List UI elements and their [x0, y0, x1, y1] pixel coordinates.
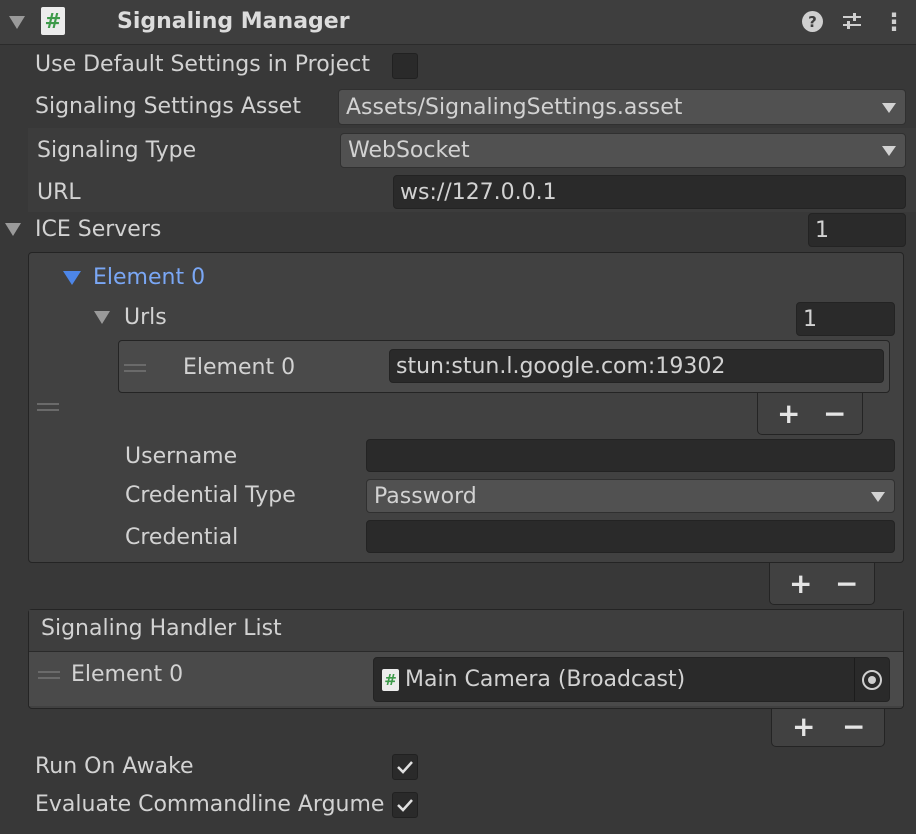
- url-item-field[interactable]: stun:stun.l.google.com:19302: [389, 349, 884, 383]
- url-item-value: stun:stun.l.google.com:19302: [396, 353, 726, 379]
- credential-type-dropdown[interactable]: Password: [366, 479, 895, 513]
- handler-item-label: Element 0: [71, 662, 184, 687]
- handler-object-value: Main Camera (Broadcast): [405, 667, 686, 692]
- urls-label: Urls: [124, 305, 167, 330]
- handler-list-label: Signaling Handler List: [41, 616, 282, 641]
- script-icon: #: [382, 668, 399, 691]
- evaluate-args-checkbox[interactable]: [392, 792, 418, 818]
- chevron-down-icon: [882, 103, 896, 113]
- use-default-settings-checkbox[interactable]: [392, 53, 418, 79]
- use-default-settings-label: Use Default Settings in Project: [35, 52, 371, 77]
- username-label: Username: [125, 444, 238, 469]
- urls-count: 1: [803, 306, 817, 332]
- url-label: URL: [37, 180, 81, 205]
- handler-object-field[interactable]: # Main Camera (Broadcast): [373, 657, 890, 702]
- component-title: Signaling Manager: [117, 9, 350, 34]
- more-options-icon[interactable]: ⋮: [882, 10, 906, 34]
- script-icon-glyph: #: [44, 9, 62, 33]
- sliders-icon[interactable]: [842, 10, 862, 32]
- checkmark-icon: [397, 761, 413, 774]
- url-value: ws://127.0.0.1: [400, 179, 557, 205]
- handler-item-drag-handle[interactable]: [38, 671, 60, 679]
- url-field[interactable]: ws://127.0.0.1: [393, 175, 906, 209]
- ice-servers-foldout-arrow[interactable]: [5, 223, 21, 236]
- chevron-down-icon: [871, 492, 885, 502]
- signaling-settings-asset-label: Signaling Settings Asset: [35, 94, 301, 119]
- signaling-type-value: WebSocket: [348, 138, 470, 163]
- credential-type-value: Password: [374, 483, 477, 509]
- handler-list-plus-minus: [771, 709, 885, 747]
- ice-servers-count-field[interactable]: 1: [808, 213, 906, 247]
- signaling-type-label: Signaling Type: [37, 138, 197, 163]
- credential-type-label: Credential Type: [125, 483, 296, 508]
- help-icon-glyph: ?: [808, 12, 817, 31]
- ice-servers-count: 1: [815, 217, 829, 243]
- handler-list-add-button[interactable]: +: [792, 713, 815, 741]
- url-item-label: Element 0: [183, 355, 296, 380]
- element-drag-handle[interactable]: [37, 403, 59, 411]
- help-icon[interactable]: ?: [802, 11, 823, 32]
- signaling-settings-asset-value: Assets/SignalingSettings.asset: [346, 94, 683, 120]
- urls-foldout-arrow[interactable]: [94, 311, 110, 324]
- run-on-awake-checkbox[interactable]: [392, 754, 418, 780]
- ice-servers-add-button[interactable]: +: [789, 570, 812, 598]
- signaling-type-dropdown[interactable]: WebSocket: [340, 133, 906, 168]
- handler-list-remove-button[interactable]: −: [842, 713, 865, 741]
- credential-field[interactable]: [366, 520, 895, 553]
- ice-servers-remove-button[interactable]: −: [835, 570, 858, 598]
- object-picker-divider: [854, 658, 855, 701]
- object-picker-icon[interactable]: [862, 670, 882, 690]
- urls-count-field[interactable]: 1: [796, 302, 895, 336]
- chevron-down-icon: [882, 146, 896, 156]
- script-icon: #: [41, 7, 65, 35]
- script-icon-glyph: #: [384, 670, 397, 689]
- checkmark-icon: [397, 799, 413, 812]
- urls-remove-button[interactable]: −: [823, 400, 846, 428]
- username-field[interactable]: [366, 439, 895, 472]
- foldout-arrow[interactable]: [9, 16, 25, 29]
- ice-servers-plus-minus: [769, 563, 875, 605]
- element-0-label[interactable]: Element 0: [93, 267, 205, 289]
- evaluate-args-label: Evaluate Commandline Argume: [35, 794, 385, 816]
- signaling-settings-asset-dropdown[interactable]: Assets/SignalingSettings.asset: [338, 89, 906, 125]
- ice-servers-label: ICE Servers: [35, 217, 162, 242]
- urls-plus-minus: [757, 393, 863, 435]
- element-0-foldout-arrow[interactable]: [63, 271, 81, 285]
- run-on-awake-label: Run On Awake: [35, 754, 194, 779]
- urls-add-button[interactable]: +: [777, 400, 800, 428]
- credential-label: Credential: [125, 525, 239, 550]
- url-item-drag-handle[interactable]: [124, 364, 146, 372]
